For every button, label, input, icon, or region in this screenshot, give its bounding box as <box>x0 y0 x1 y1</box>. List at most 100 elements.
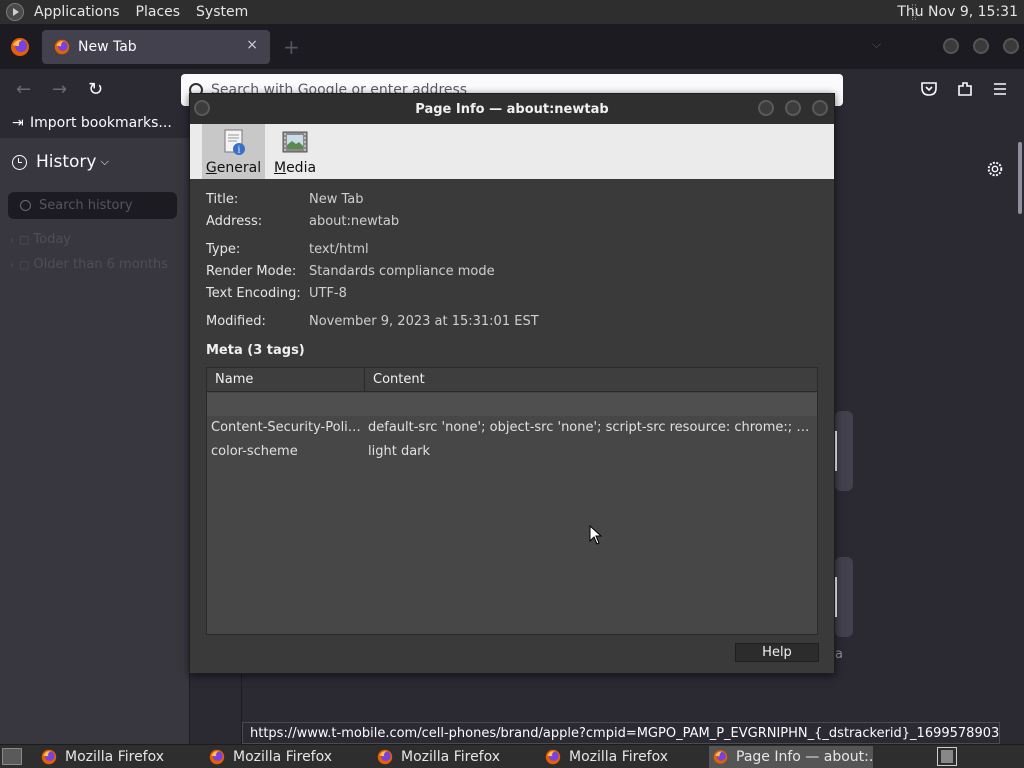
panel-clock[interactable]: Thu Nov 9, 15:31 <box>897 4 1018 20</box>
close-tab-icon[interactable]: × <box>246 37 258 53</box>
link-status-bar: https://www.t-mobile.com/cell-phones/bra… <box>242 722 1000 744</box>
scrollbar-thumb[interactable] <box>1018 142 1022 214</box>
minimize-window-button[interactable] <box>943 38 959 54</box>
meta-content-cell: light dark <box>368 444 431 459</box>
taskbar-item-label: Mozilla Firefox <box>401 749 501 765</box>
tab-new-tab[interactable]: New Tab × <box>42 30 270 64</box>
history-search-input[interactable]: Search history <box>8 192 177 219</box>
sidebar-switcher[interactable]: History ⌵ <box>12 152 109 172</box>
gnome-foot-icon[interactable] <box>6 3 24 21</box>
list-all-tabs-icon[interactable]: ⌵ <box>872 37 881 52</box>
close-window-button[interactable] <box>1003 38 1019 54</box>
system-menu[interactable]: System <box>196 4 248 20</box>
tab-media[interactable]: Media <box>266 124 324 179</box>
forward-arrow-icon[interactable]: → <box>52 79 67 100</box>
address-label: Address: <box>206 214 263 229</box>
places-menu[interactable]: Places <box>136 4 181 20</box>
meta-content-cell: default-src 'none'; object-src 'none'; s… <box>368 420 811 435</box>
firefox-favicon-icon <box>377 749 393 765</box>
maximize-window-button[interactable] <box>973 38 989 54</box>
modified-label: Modified: <box>206 314 266 329</box>
back-arrow-icon[interactable]: ← <box>16 79 31 100</box>
close-window-button[interactable] <box>812 100 828 116</box>
dialog-title: Page Info — about:newtab <box>415 102 609 117</box>
tab-general[interactable]: i General <box>202 124 265 179</box>
history-item-label: Today <box>33 232 72 247</box>
title-value[interactable]: New Tab <box>309 192 364 207</box>
import-bookmarks-button[interactable]: ⇥ Import bookmarks... <box>12 115 172 131</box>
table-row-empty[interactable] <box>207 393 817 416</box>
firefox-favicon-icon <box>41 749 57 765</box>
dialog-titlebar[interactable]: Page Info — about:newtab <box>190 94 834 124</box>
folder-icon: ▢ <box>19 258 30 271</box>
history-search-placeholder: Search history <box>39 198 133 213</box>
twisty-icon: › <box>10 235 14 246</box>
new-tab-button[interactable]: + <box>283 35 300 59</box>
column-header-name[interactable]: Name <box>207 368 365 392</box>
tab-general-label: General <box>205 160 262 176</box>
meta-section-title: Meta (3 tags) <box>206 343 305 358</box>
import-bookmarks-label: Import bookmarks... <box>30 115 172 131</box>
pocket-icon[interactable] <box>919 79 939 99</box>
show-desktop-icon[interactable] <box>2 748 22 765</box>
taskbar-item-label: Mozilla Firefox <box>233 749 333 765</box>
taskbar-item-page-info[interactable]: Page Info — about:... <box>709 746 873 768</box>
table-row[interactable]: color-scheme light dark <box>207 444 817 466</box>
bottom-taskbar: Mozilla Firefox Mozilla Firefox Mozilla … <box>0 744 1024 768</box>
workspace-switcher[interactable] <box>937 747 957 766</box>
taskbar-item-firefox-3[interactable]: Mozilla Firefox <box>373 746 537 768</box>
hamburger-menu-icon[interactable] <box>990 79 1010 99</box>
applications-menu[interactable]: Applications <box>34 4 120 20</box>
history-item-older[interactable]: › ▢ Older than 6 months <box>10 257 168 272</box>
sidebar-title: History <box>36 152 97 172</box>
media-filmstrip-icon <box>282 131 308 153</box>
table-row[interactable]: Content-Security-Polic... default-src 'n… <box>207 420 817 442</box>
help-button[interactable]: Help <box>735 643 819 662</box>
modified-value[interactable]: November 9, 2023 at 15:31:01 EST <box>309 314 539 329</box>
page-info-dialog: Page Info — about:newtab i General Media <box>189 93 835 674</box>
folder-icon: ▢ <box>19 233 30 246</box>
gear-icon[interactable] <box>986 160 1004 178</box>
extensions-puzzle-icon[interactable] <box>955 79 975 99</box>
shortcut-tile[interactable] <box>835 557 853 637</box>
tab-media-label: Media <box>273 160 317 176</box>
taskbar-item-label: Mozilla Firefox <box>569 749 669 765</box>
taskbar-item-firefox-2[interactable]: Mozilla Firefox <box>205 746 369 768</box>
history-item-label: Older than 6 months <box>33 257 169 272</box>
maximize-window-button[interactable] <box>785 100 801 116</box>
meta-tags-table[interactable]: Name Content Content-Security-Polic... d… <box>206 367 818 635</box>
meta-name-cell: color-scheme <box>211 444 298 459</box>
taskbar-item-firefox-1[interactable]: Mozilla Firefox <box>37 746 201 768</box>
type-label: Type: <box>206 242 241 257</box>
history-clock-icon <box>12 154 27 170</box>
general-document-icon: i <box>224 129 245 156</box>
text-encoding-value[interactable]: UTF-8 <box>309 286 347 301</box>
firefox-logo-icon[interactable] <box>10 37 30 57</box>
firefox-favicon-icon <box>209 749 225 765</box>
chevron-down-icon: ⌵ <box>100 155 109 168</box>
minimize-window-button[interactable] <box>758 100 774 116</box>
top-panel: Applications Places System Thu Nov 9, 15… <box>0 0 1024 25</box>
render-mode-label: Render Mode: <box>206 264 297 279</box>
shortcut-tile[interactable] <box>835 411 853 491</box>
tile-label: a <box>835 647 843 662</box>
taskbar-item-firefox-4[interactable]: Mozilla Firefox <box>541 746 705 768</box>
type-value[interactable]: text/html <box>309 242 369 257</box>
render-mode-value[interactable]: Standards compliance mode <box>309 264 495 279</box>
import-icon: ⇥ <box>12 115 24 131</box>
mouse-pointer-icon <box>589 525 603 545</box>
text-encoding-label: Text Encoding: <box>206 286 301 301</box>
taskbar-item-label: Mozilla Firefox <box>65 749 165 765</box>
search-icon <box>20 200 31 211</box>
address-value[interactable]: about:newtab <box>309 214 399 229</box>
column-header-content[interactable]: Content <box>365 368 817 392</box>
history-sidebar: History ⌵ Search history › ▢ Today › ▢ Older… <box>0 138 190 744</box>
title-label: Title: <box>206 192 239 207</box>
tab-title: New Tab <box>78 39 137 55</box>
tab-strip: New Tab × + ⌵ <box>0 25 1024 69</box>
reload-icon[interactable]: ↻ <box>88 79 103 100</box>
history-item-today[interactable]: › ▢ Today <box>10 232 71 247</box>
firefox-favicon-icon <box>545 749 561 765</box>
meta-name-cell: Content-Security-Polic... <box>211 420 361 435</box>
taskbar-item-label: Page Info — about:... <box>736 749 873 765</box>
